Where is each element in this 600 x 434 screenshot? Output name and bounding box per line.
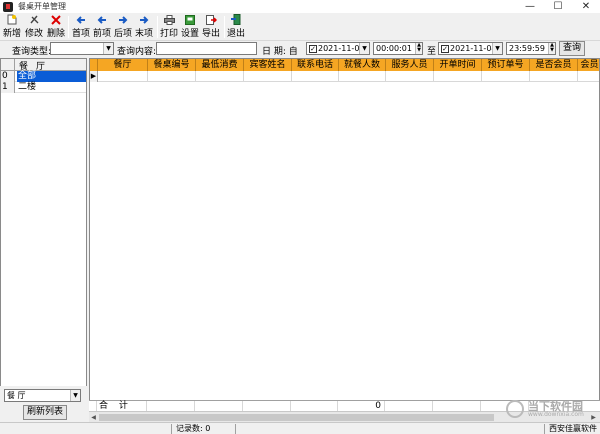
watermark: 当下软件园 www.downxia.com [506, 398, 598, 420]
toolbar-separator [68, 16, 69, 38]
order-grid: 餐厅 餐桌编号 最低消费 宾客姓名 联系电话 就餐人数 服务人员 开单时间 预订… [89, 58, 600, 422]
exit-label: 退出 [227, 29, 246, 39]
row-index: 1 [1, 82, 15, 93]
setup-button[interactable]: 设置 [181, 14, 199, 39]
edit-label: 修改 [25, 29, 44, 39]
print-label: 打印 [160, 29, 179, 39]
restaurant-list-header: 餐厅 [1, 59, 86, 72]
first-label: 首项 [72, 29, 91, 39]
column-header[interactable]: 是否会员 [530, 59, 578, 71]
title-bar: 餐桌开单管理 — ☐ ✕ [0, 0, 600, 13]
export-icon [205, 14, 217, 25]
new-label: 新增 [3, 29, 22, 39]
restaurant-filter-select[interactable]: 餐 厅 ▼ [4, 389, 81, 402]
list-item-label: 二楼 [18, 82, 37, 92]
minimize-button[interactable]: — [516, 0, 544, 13]
export-label: 导出 [202, 29, 221, 39]
company-name: 西安佳赢软件 [549, 424, 597, 433]
column-header[interactable]: 服务人员 [386, 59, 434, 71]
left-panel-footer: 餐 厅 ▼ 刷新列表 [0, 386, 87, 422]
delete-label: 删除 [47, 29, 66, 39]
app-icon [3, 1, 13, 12]
list-item[interactable]: 0 全部 [1, 71, 86, 82]
scroll-left-icon[interactable]: ◀ [89, 413, 98, 422]
toolbar-separator [224, 16, 225, 38]
toolbar-separator [157, 16, 158, 38]
to-label: 至 [427, 47, 437, 57]
column-header[interactable]: 餐桌编号 [148, 59, 196, 71]
exit-door-icon [230, 14, 242, 25]
date-from-picker[interactable]: ✓ 2021-11-01 ▼ [306, 42, 370, 55]
search-button[interactable]: 查询 [559, 41, 585, 56]
spinner-icon[interactable]: ▲ ▼ [415, 43, 422, 54]
new-document-icon [6, 14, 18, 25]
table-row[interactable] [90, 71, 599, 82]
edit-button[interactable]: 修改 [25, 14, 43, 39]
chevron-down-icon: ▼ [359, 43, 369, 54]
watermark-url: www.downxia.com [528, 411, 584, 418]
restaurant-list: 餐厅 0 全部 1 二楼 [0, 58, 87, 422]
refresh-list-button[interactable]: 刷新列表 [23, 405, 67, 420]
close-button[interactable]: ✕ [572, 0, 600, 13]
column-header[interactable]: 会员 [578, 59, 599, 71]
exit-button[interactable]: 退出 [227, 14, 245, 39]
edit-icon [28, 14, 40, 25]
query-content-label: 查询内容: [117, 47, 157, 57]
query-type-select[interactable]: ▼ [50, 42, 114, 55]
row-index: 0 [1, 71, 15, 82]
toolbar: 新增 修改 删除 首项 前项 后项 末项 打印 设置 导出 退出 [0, 13, 600, 41]
next-label: 后项 [114, 29, 133, 39]
prev-label: 前项 [93, 29, 112, 39]
first-arrow-icon [75, 14, 87, 25]
time-from-input[interactable]: 00:00:01 ▲ ▼ [373, 42, 423, 55]
list-item[interactable]: 1 二楼 [1, 82, 86, 93]
spinner-icon[interactable]: ▲ ▼ [548, 43, 555, 54]
setup-label: 设置 [181, 29, 200, 39]
date-from-checkbox[interactable]: ✓ [309, 44, 317, 53]
settings-icon [184, 14, 196, 25]
chevron-down-icon: ▼ [103, 43, 113, 54]
column-header[interactable]: 就餐人数 [339, 59, 386, 71]
date-to-picker[interactable]: ✓ 2021-11-04 ▼ [438, 42, 503, 55]
query-bar: 查询类型: ▼ 查询内容: 日 期: 自 ✓ 2021-11-01 ▼ 00:00… [0, 41, 600, 58]
record-count: 记录数: 0 [176, 424, 236, 434]
column-header[interactable]: 餐厅 [98, 59, 148, 71]
column-header[interactable]: 开单时间 [434, 59, 482, 71]
column-header[interactable]: 最低消费 [196, 59, 244, 71]
chevron-down-icon: ▼ [70, 390, 80, 401]
printer-icon [163, 14, 175, 25]
status-bar: 记录数: 0 西安佳赢软件 [0, 422, 600, 434]
next-button[interactable]: 后项 [114, 14, 132, 39]
column-header[interactable]: 联系电话 [292, 59, 339, 71]
date-to-checkbox[interactable]: ✓ [441, 44, 449, 53]
next-arrow-icon [117, 14, 129, 25]
delete-button[interactable]: 删除 [47, 14, 65, 39]
last-button[interactable]: 末项 [135, 14, 153, 39]
new-button[interactable]: 新增 [3, 14, 21, 39]
last-arrow-icon [138, 14, 150, 25]
list-item-label: 全部 [17, 71, 86, 82]
query-type-label: 查询类型: [12, 47, 52, 57]
date-label: 日 期: 自 [262, 47, 298, 57]
column-header[interactable]: 宾客姓名 [244, 59, 292, 71]
grid-header: 餐厅 餐桌编号 最低消费 宾客姓名 联系电话 就餐人数 服务人员 开单时间 预订… [90, 59, 599, 71]
prev-arrow-icon [96, 14, 108, 25]
column-header[interactable]: 预订单号 [482, 59, 530, 71]
query-content-input[interactable] [156, 42, 257, 55]
chevron-down-icon: ▼ [492, 43, 502, 54]
window-title: 餐桌开单管理 [18, 2, 66, 11]
prev-button[interactable]: 前项 [93, 14, 111, 39]
delete-icon [50, 14, 62, 25]
watermark-logo-icon [506, 400, 524, 418]
first-button[interactable]: 首项 [72, 14, 90, 39]
scrollbar-thumb[interactable] [99, 414, 494, 421]
export-button[interactable]: 导出 [202, 14, 220, 39]
maximize-button[interactable]: ☐ [544, 0, 572, 13]
print-button[interactable]: 打印 [160, 14, 178, 39]
last-label: 末项 [135, 29, 154, 39]
time-to-input[interactable]: 23:59:59 ▲ ▼ [506, 42, 556, 55]
